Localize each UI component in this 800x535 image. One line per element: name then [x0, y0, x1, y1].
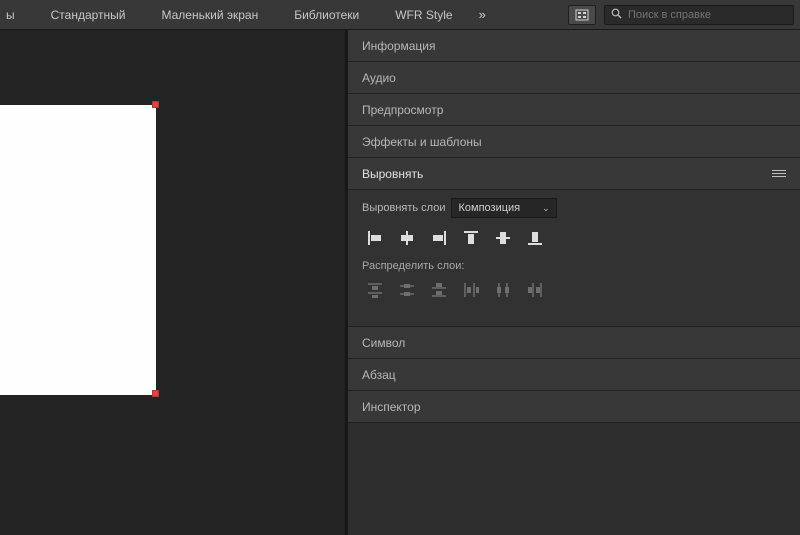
align-to-value: Композиция	[458, 202, 520, 214]
align-panel-body: Выровнять слои Композиция ⌄	[348, 190, 800, 327]
composition-viewer[interactable]	[0, 30, 347, 535]
panel-title: Символ	[362, 332, 405, 354]
selection-handle[interactable]	[152, 101, 159, 108]
work-area: Информация Аудио Предпросмотр Эффекты и …	[0, 30, 800, 535]
panel-filler	[348, 423, 800, 535]
panel-effects[interactable]: Эффекты и шаблоны	[348, 126, 800, 158]
panel-align[interactable]: Выровнять	[348, 158, 800, 190]
panel-title: Предпросмотр	[362, 99, 443, 121]
workspace-tab-standard[interactable]: Стандартный	[33, 0, 144, 30]
workspace-tab-small-screen[interactable]: Маленький экран	[144, 0, 277, 30]
align-right-button[interactable]	[426, 226, 452, 250]
workspace-tab-libraries[interactable]: Библиотеки	[276, 0, 377, 30]
workspace-tab-partial[interactable]: ы	[6, 0, 33, 30]
align-bottom-button[interactable]	[522, 226, 548, 250]
search-icon	[611, 8, 622, 22]
help-search[interactable]	[604, 5, 794, 25]
panel-title: Информация	[362, 35, 435, 57]
align-layers-label: Выровнять слои	[362, 202, 445, 214]
selection-handle[interactable]	[152, 390, 159, 397]
side-panels: Информация Аудио Предпросмотр Эффекты и …	[347, 30, 800, 535]
align-h-center-button[interactable]	[394, 226, 420, 250]
overflow-chevrons-icon[interactable]: »	[471, 7, 492, 22]
panel-inspector[interactable]: Инспектор	[348, 391, 800, 423]
panel-info[interactable]: Информация	[348, 30, 800, 62]
distribute-right-button	[522, 278, 548, 302]
distribute-buttons-row	[362, 278, 786, 302]
align-top-button[interactable]	[458, 226, 484, 250]
workspace-tabs: ы Стандартный Маленький экран Библиотеки…	[6, 0, 564, 30]
panel-audio[interactable]: Аудио	[348, 62, 800, 94]
panel-menu-icon[interactable]	[772, 170, 786, 177]
distribute-left-button	[458, 278, 484, 302]
panel-title: Эффекты и шаблоны	[362, 131, 482, 153]
sync-settings-button[interactable]	[568, 5, 596, 25]
distribute-top-button	[362, 278, 388, 302]
panel-title: Выровнять	[362, 163, 423, 185]
panel-title: Инспектор	[362, 396, 421, 418]
panel-title: Аудио	[362, 67, 396, 89]
align-buttons-row	[362, 226, 786, 250]
distribute-v-center-button	[394, 278, 420, 302]
panel-character[interactable]: Символ	[348, 327, 800, 359]
chevron-down-icon: ⌄	[542, 203, 550, 214]
composition-canvas[interactable]	[0, 105, 156, 395]
distribute-bottom-button	[426, 278, 452, 302]
align-v-center-button[interactable]	[490, 226, 516, 250]
top-bar: ы Стандартный Маленький экран Библиотеки…	[0, 0, 800, 30]
align-to-dropdown[interactable]: Композиция ⌄	[451, 198, 556, 218]
align-left-button[interactable]	[362, 226, 388, 250]
panel-preview[interactable]: Предпросмотр	[348, 94, 800, 126]
panel-paragraph[interactable]: Абзац	[348, 359, 800, 391]
distribute-h-center-button	[490, 278, 516, 302]
distribute-label: Распределить слои:	[362, 260, 786, 272]
help-search-input[interactable]	[628, 9, 787, 21]
workspace-tab-wfr-style[interactable]: WFR Style	[377, 0, 470, 30]
sync-icon	[575, 9, 589, 21]
panel-title: Абзац	[362, 364, 396, 386]
